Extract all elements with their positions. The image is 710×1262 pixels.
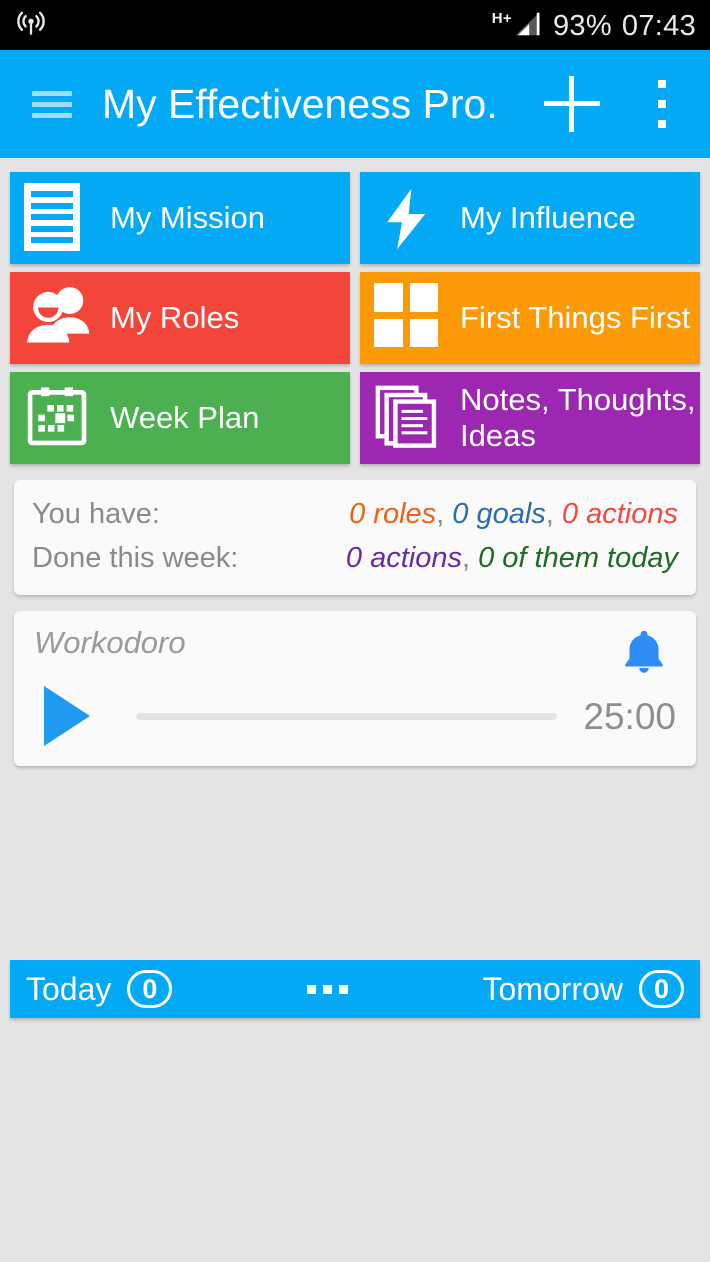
workodoro-timer-label: 25:00 <box>583 695 676 737</box>
tile-my-mission[interactable]: My Mission <box>10 172 350 264</box>
stats-row-done-this-week: Done this week: 0 actions, 0 of them tod… <box>32 540 678 578</box>
tile-grid: My Mission My Influence My Roles First T… <box>0 158 710 464</box>
workodoro-card: Workodoro 25:00 <box>14 611 696 767</box>
page-title: My Effectiveness Pro. <box>102 80 498 127</box>
stats-done-label: Done this week: <box>32 541 239 574</box>
stats-done-values: 0 actions, 0 of them today <box>346 540 678 578</box>
stat-goals: 0 goals <box>452 498 546 530</box>
battery-percent-label: 93% <box>552 10 612 42</box>
signal-strength-icon: H+ <box>492 9 543 39</box>
stats-card: You have: 0 roles, 0 goals, 0 actions Do… <box>14 480 696 596</box>
stats-have-label: You have: <box>32 498 160 530</box>
play-icon[interactable] <box>44 686 90 747</box>
workodoro-title: Workodoro <box>34 625 186 661</box>
tile-label: Week Plan <box>110 400 260 436</box>
today-count-badge: 0 <box>127 970 173 1008</box>
bell-icon[interactable] <box>618 625 670 679</box>
workodoro-controls: 25:00 <box>34 686 676 747</box>
tile-label: First Things First <box>460 300 691 336</box>
people-group-icon <box>24 283 90 353</box>
stats-separator: , <box>461 541 471 574</box>
broadcast-tower-icon <box>14 6 48 45</box>
tile-notes-thoughts-ideas[interactable]: Notes, Thoughts, Ideas <box>360 372 700 464</box>
tile-label: Notes, Thoughts, Ideas <box>460 382 696 453</box>
tile-label: My Mission <box>110 200 266 236</box>
clock-label: 07:43 <box>621 10 696 42</box>
overflow-menu-icon[interactable] <box>642 80 682 128</box>
stats-row-you-have: You have: 0 roles, 0 goals, 0 actions <box>32 496 678 534</box>
tomorrow-label: Tomorrow <box>482 971 623 1007</box>
tile-my-influence[interactable]: My Influence <box>360 172 700 264</box>
tile-week-plan[interactable]: Week Plan <box>10 372 350 464</box>
plus-icon[interactable] <box>544 76 600 132</box>
status-bar-right: H+ 93% 07:43 <box>492 9 696 41</box>
four-quadrants-icon <box>374 283 440 353</box>
stat-roles: 0 roles <box>349 498 437 530</box>
network-type-label: H+ <box>491 10 512 27</box>
calendar-icon <box>24 383 90 453</box>
stats-separator: , <box>545 498 554 530</box>
stats-have-values: 0 roles, 0 goals, 0 actions <box>349 496 678 534</box>
hamburger-menu-icon[interactable] <box>32 90 72 118</box>
status-bar: H+ 93% 07:43 <box>0 0 710 50</box>
stat-done-today: 0 of them today <box>478 541 678 574</box>
tile-my-roles[interactable]: My Roles <box>10 272 350 364</box>
stacked-notes-icon <box>374 383 440 453</box>
stat-done-actions: 0 actions <box>345 541 462 574</box>
today-tomorrow-bar: Today 0 Tomorrow 0 <box>10 960 700 1018</box>
document-lines-icon <box>24 183 90 253</box>
tile-label: My Influence <box>460 200 636 236</box>
status-bar-left <box>14 6 48 45</box>
app-screen: H+ 93% 07:43 My Effectiveness Pro. My Mi… <box>0 0 710 1262</box>
app-bar: My Effectiveness Pro. <box>0 50 710 158</box>
tomorrow-count-badge: 0 <box>638 970 684 1008</box>
tile-first-things-first[interactable]: First Things First <box>360 272 700 364</box>
tile-label: My Roles <box>110 300 240 336</box>
lightning-bolt-icon <box>374 183 440 253</box>
three-dots-icon[interactable] <box>172 984 482 994</box>
stats-separator: , <box>436 498 445 530</box>
tomorrow-group[interactable]: Tomorrow 0 <box>482 970 684 1008</box>
stat-actions: 0 actions <box>561 498 678 530</box>
today-label: Today <box>26 971 112 1007</box>
today-group[interactable]: Today 0 <box>26 970 173 1008</box>
workodoro-progress-bar[interactable] <box>136 712 558 720</box>
